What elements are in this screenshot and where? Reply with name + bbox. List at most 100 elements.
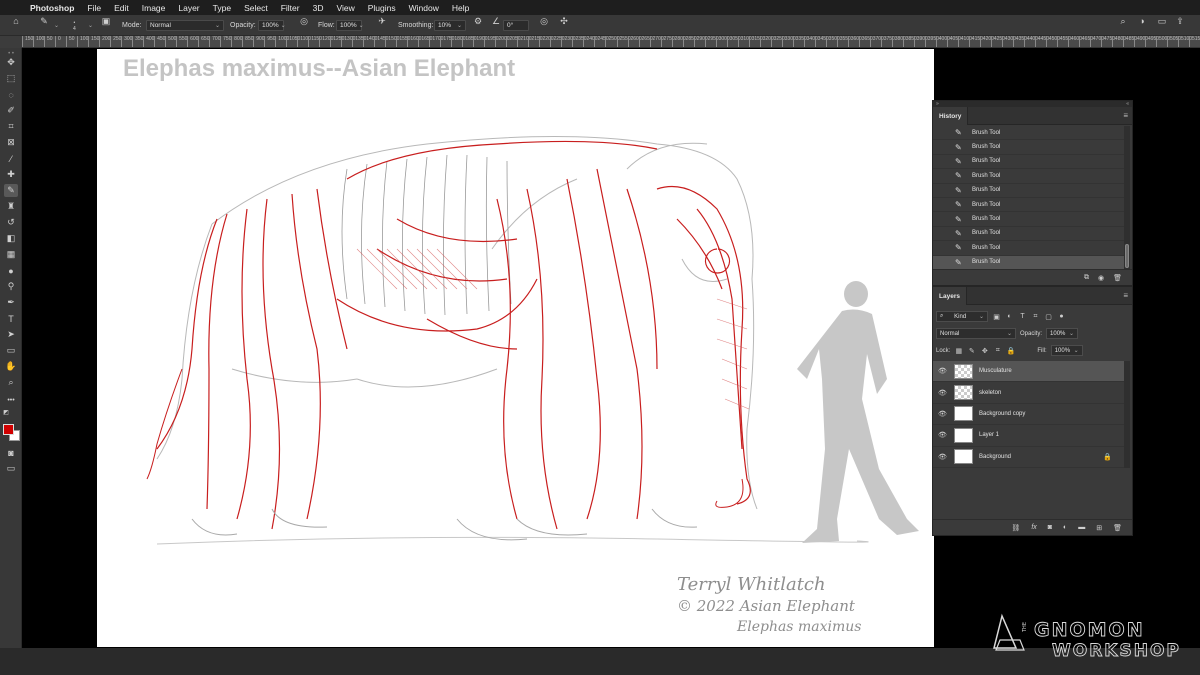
lock-position-icon[interactable]: ✥ [980, 346, 989, 355]
opacity-input[interactable]: 100% ⌄ [258, 15, 286, 36]
horizontal-ruler[interactable]: 150 100 50 0 50 100 150 200 250 300 350 400 450 500 55… [22, 36, 1200, 48]
screen-mode-icon[interactable]: ▭ [4, 462, 18, 475]
rectangle-tool-icon[interactable]: ▭ [4, 344, 18, 357]
menu-filter[interactable]: Filter [281, 3, 300, 13]
menu-image[interactable]: Image [142, 3, 166, 13]
layer-name[interactable]: skeleton [979, 390, 1001, 396]
history-source-checkbox[interactable] [938, 230, 945, 237]
delete-state-icon[interactable]: 🗑 [1113, 274, 1122, 282]
layer-name[interactable]: Layer 1 [979, 432, 999, 438]
history-source-checkbox[interactable] [938, 201, 945, 208]
menu-photoshop[interactable]: Photoshop [30, 3, 74, 13]
lasso-tool-icon[interactable]: ◌ [4, 88, 18, 101]
learn-icon[interactable]: ◑ [1136, 15, 1148, 27]
type-tool-icon[interactable]: T [4, 312, 18, 325]
history-state-row[interactable]: ✎ Brush Tool [933, 255, 1124, 270]
link-layers-icon[interactable]: ⛓ [1011, 524, 1020, 532]
filter-smart-object-icon[interactable]: ▢ [1044, 312, 1053, 321]
layer-style-fx-icon[interactable]: fx [1031, 524, 1036, 531]
history-scroll-thumb[interactable] [1125, 244, 1129, 268]
new-document-from-state-icon[interactable]: ⧉ [1084, 274, 1089, 282]
delete-layer-icon[interactable]: 🗑 [1113, 524, 1122, 532]
menu-window[interactable]: Window [409, 3, 439, 13]
history-source-checkbox[interactable] [938, 187, 945, 194]
brush-size-indicator[interactable]: • 4 [73, 15, 76, 36]
pen-tool-icon[interactable]: ✒ [4, 296, 18, 309]
history-state-row[interactable]: ✎ Brush Tool [933, 169, 1124, 184]
brush-preset-dropdown[interactable]: ⌄ [52, 15, 59, 36]
brush-settings-icon[interactable]: ▣ [100, 15, 112, 27]
history-source-checkbox[interactable] [938, 244, 945, 251]
history-source-checkbox[interactable] [938, 259, 945, 266]
tab-history[interactable]: History [933, 107, 969, 125]
frame-tool-icon[interactable]: ⊠ [4, 136, 18, 149]
history-state-row[interactable]: ✎ Brush Tool [933, 241, 1124, 256]
menu-help[interactable]: Help [452, 3, 469, 13]
foreground-color-swatch[interactable] [3, 424, 14, 435]
layer-row-background[interactable]: 👁 Background 🔒 [933, 447, 1124, 468]
history-source-checkbox[interactable] [938, 144, 945, 151]
dodge-tool-icon[interactable]: ⚲ [4, 280, 18, 293]
new-snapshot-icon[interactable]: ◉ [1098, 274, 1104, 282]
angle-input[interactable]: 0° [503, 15, 529, 36]
layer-fill-input[interactable]: 100% ⌄ [1050, 345, 1083, 356]
pressure-size-icon[interactable]: ◎ [538, 15, 550, 27]
lock-image-icon[interactable]: ✎ [967, 346, 976, 355]
layer-filter-kind-select[interactable]: ⌕ Kind ⌄ [936, 311, 988, 322]
visibility-eye-icon[interactable]: 👁 [938, 431, 947, 439]
blur-tool-icon[interactable]: ● [4, 264, 18, 277]
quick-select-tool-icon[interactable]: ✐ [4, 104, 18, 117]
layer-row-musculature[interactable]: 👁 Musculature [933, 361, 1124, 383]
history-state-row[interactable]: ✎ Brush Tool [933, 212, 1124, 227]
marquee-tool-icon[interactable]: ⬚ [4, 72, 18, 85]
crop-tool-icon[interactable]: ⌗ [4, 120, 18, 133]
more-tools-icon[interactable]: ••• [4, 394, 18, 407]
healing-brush-tool-icon[interactable]: ✚ [4, 168, 18, 181]
history-source-checkbox[interactable] [938, 216, 945, 223]
search-icon[interactable]: ⌕ [1117, 15, 1129, 27]
eyedropper-tool-icon[interactable]: ⁄ [4, 152, 18, 165]
visibility-eye-icon[interactable]: 👁 [938, 453, 947, 461]
menu-select[interactable]: Select [244, 3, 268, 13]
layer-row-skeleton[interactable]: 👁 skeleton [933, 382, 1124, 404]
filter-toggle-icon[interactable]: ● [1057, 312, 1066, 321]
zoom-tool-icon[interactable]: ⌕ [4, 376, 18, 389]
mode-select[interactable]: Normal ⌄ [146, 15, 224, 36]
share-icon[interactable]: ⇪ [1174, 15, 1186, 27]
history-panel-menu-icon[interactable]: ≡ [1123, 111, 1128, 120]
brush-tool-icon[interactable]: ✎ [4, 184, 18, 197]
history-state-row[interactable]: ✎ Brush Tool [933, 155, 1124, 170]
menu-edit[interactable]: Edit [114, 3, 129, 13]
layers-scrollbar[interactable] [1124, 361, 1130, 468]
eraser-tool-icon[interactable]: ◧ [4, 232, 18, 245]
history-scrollbar[interactable] [1124, 126, 1130, 270]
layer-name[interactable]: Background copy [979, 411, 1025, 417]
visibility-eye-icon[interactable]: 👁 [938, 389, 947, 397]
menu-layer[interactable]: Layer [178, 3, 199, 13]
history-state-row[interactable]: ✎ Brush Tool [933, 140, 1124, 155]
layer-name[interactable]: Musculature [979, 368, 1012, 374]
path-selection-tool-icon[interactable]: ➤ [4, 328, 18, 341]
brush-preset-icon[interactable]: ✎ [38, 15, 50, 27]
menu-type[interactable]: Type [213, 3, 231, 13]
gradient-tool-icon[interactable]: ▦ [4, 248, 18, 261]
filter-adjustment-icon[interactable]: ◐ [1005, 312, 1014, 321]
menu-view[interactable]: View [336, 3, 354, 13]
add-mask-icon[interactable]: ◙ [1048, 524, 1052, 531]
workspace-icon[interactable]: ▭ [1156, 15, 1168, 27]
layer-row-layer-1[interactable]: 👁 Layer 1 [933, 425, 1124, 447]
clone-stamp-tool-icon[interactable]: ♜ [4, 200, 18, 213]
new-group-folder-icon[interactable]: ▬ [1078, 524, 1085, 531]
filter-shape-icon[interactable]: ⌗ [1031, 312, 1040, 321]
blend-mode-select[interactable]: Normal ⌄ [936, 328, 1016, 339]
airbrush-icon[interactable]: ✈ [376, 15, 388, 27]
lock-artboard-icon[interactable]: ⌗ [993, 346, 1002, 355]
hand-tool-icon[interactable]: ✋ [4, 360, 18, 373]
smoothing-input[interactable]: 10% ⌄ [434, 15, 466, 36]
history-source-checkbox[interactable] [938, 172, 945, 179]
smoothing-options-gear-icon[interactable]: ⚙ [472, 15, 484, 27]
history-state-row[interactable]: ✎ Brush Tool [933, 198, 1124, 213]
history-state-row[interactable]: ✎ Brush Tool [933, 227, 1124, 242]
layer-row-background-copy[interactable]: 👁 Background copy [933, 404, 1124, 426]
menu-3d[interactable]: 3D [313, 3, 324, 13]
